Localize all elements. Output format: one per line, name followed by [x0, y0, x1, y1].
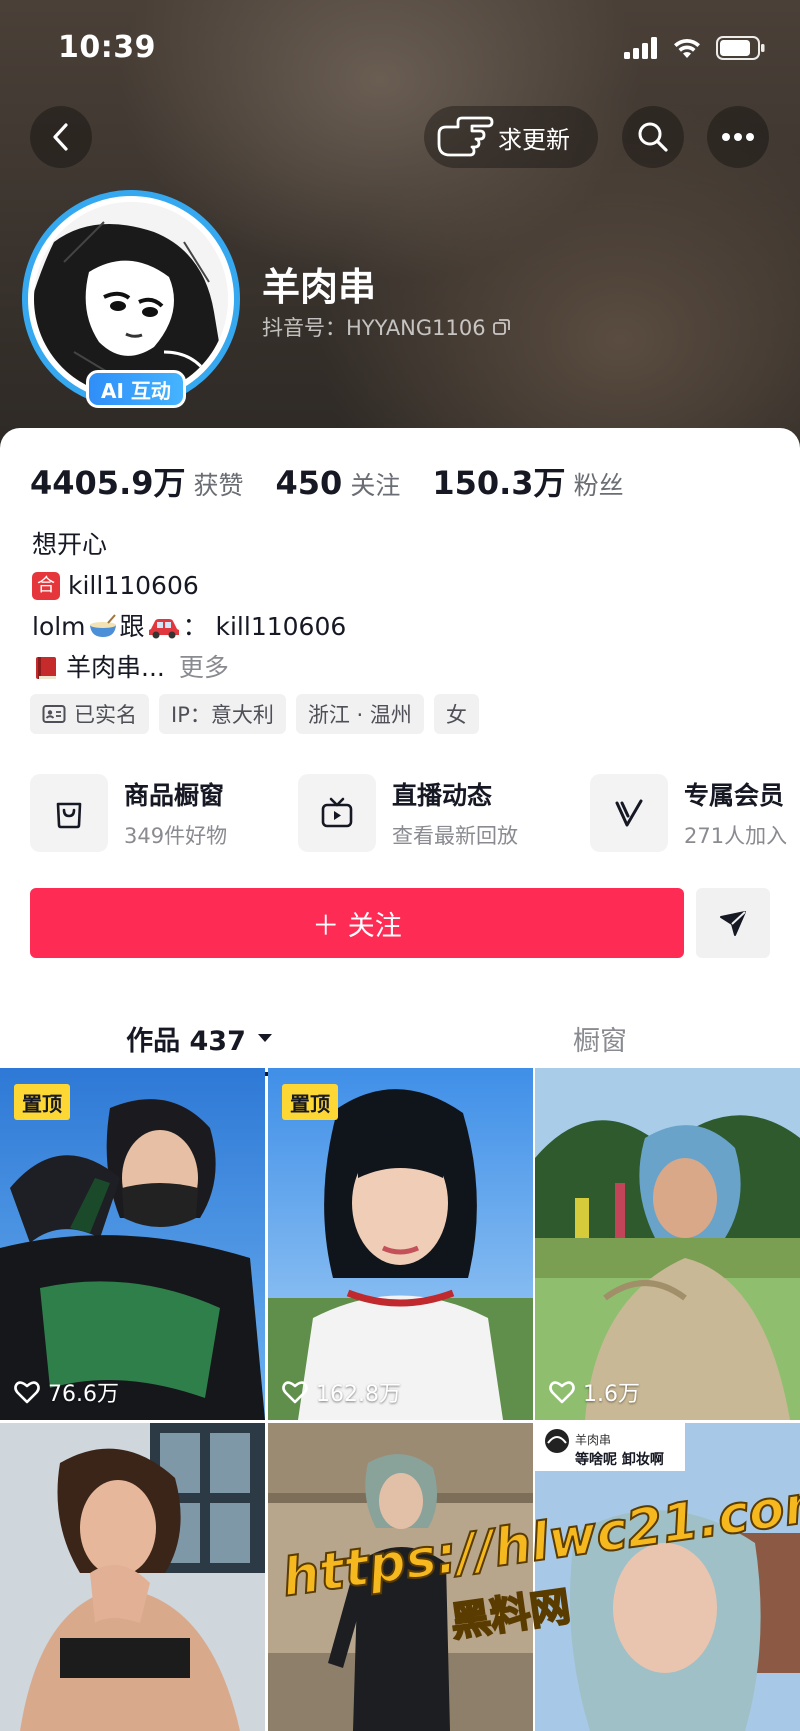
copy-icon[interactable] — [492, 317, 512, 337]
status-bar: 10:39 — [0, 0, 800, 96]
following-label: 关注 — [350, 471, 401, 500]
douyin-id-text: 抖音号：HYYANG1106 — [262, 316, 486, 340]
battery-icon — [716, 36, 765, 60]
video-thumbnail — [268, 1068, 533, 1420]
feature-shop-title: 商品橱窗 — [124, 781, 225, 810]
v-icon — [590, 774, 668, 852]
bio[interactable]: 想开心 合 kill110606 lolm 跟 ： kill110606 羊肉串… — [32, 524, 346, 688]
id-card-icon — [42, 705, 66, 723]
followers-label: 粉丝 — [573, 471, 624, 500]
profile-name: 羊肉串 — [262, 265, 377, 309]
feature-membership[interactable]: 专属会员 271人加入 — [590, 772, 787, 854]
send-message-button[interactable] — [696, 888, 770, 958]
likes-label: 获赞 — [193, 471, 244, 500]
feature-live-title: 直播动态 — [392, 781, 493, 810]
request-update-button[interactable]: 求更新 — [424, 106, 598, 168]
feature-shop-sub: 349件好物 — [124, 824, 228, 848]
bio-more-link[interactable]: 更多 — [179, 647, 229, 688]
tag-verified-label: 已实名 — [74, 703, 137, 727]
book-emoji-icon — [36, 656, 56, 679]
tv-icon — [298, 774, 376, 852]
pinned-badge: 置顶 — [14, 1084, 70, 1120]
video-likes: 76.6万 — [14, 1376, 119, 1408]
request-update-label: 求更新 — [498, 125, 570, 154]
bio-line-4-text: 羊肉串... — [66, 653, 165, 682]
wifi-icon — [674, 38, 700, 58]
tile-overlay-caption: 等啥呢 卸妆啊 — [575, 1452, 664, 1468]
likes-count[interactable]: 4405.9万 — [30, 458, 186, 504]
pinned-badge: 置顶 — [282, 1084, 338, 1120]
bio-line-3: lolm 跟 ： kill110606 — [32, 606, 346, 647]
ai-interaction-badge[interactable]: AI 互动 — [86, 370, 186, 408]
profile-tabs: 作品 437 橱窗 — [0, 998, 800, 1078]
video-likes-count: 1.6万 — [583, 1382, 640, 1407]
send-icon — [720, 911, 746, 936]
tile-overlay-user: 羊肉串 — [575, 1433, 612, 1447]
following-count[interactable]: 450 — [276, 464, 343, 502]
tab-works-label: 作品 437 — [126, 1025, 246, 1057]
back-button[interactable] — [30, 106, 92, 168]
video-thumbnail — [268, 1423, 533, 1731]
video-tile[interactable]: 置顶 162.8万 — [268, 1068, 533, 1420]
video-likes-count: 162.8万 — [316, 1382, 401, 1407]
pointing-hand-icon — [437, 116, 494, 157]
feature-membership-title: 专属会员 — [684, 781, 785, 810]
bio-line-2: 合 kill110606 — [32, 565, 346, 606]
tag-region: 浙江 · 温州 — [295, 694, 424, 734]
search-icon — [638, 122, 668, 152]
bag-icon — [30, 774, 108, 852]
signal-icon — [624, 37, 657, 59]
profile-tags: 已实名 IP：意大利 浙江 · 温州 女 — [30, 694, 479, 734]
bio-line-1: 想开心 — [32, 530, 108, 559]
video-likes-count: 76.6万 — [48, 1382, 119, 1407]
feature-live-updates[interactable]: 直播动态 查看最新回放 — [298, 772, 518, 854]
bio-line-3-prefix: lolm — [32, 612, 86, 641]
bio-line-4: 羊肉串... 更多 — [32, 647, 346, 688]
video-tile[interactable]: 置顶 76.6万 — [0, 1068, 265, 1420]
video-thumbnail — [0, 1423, 265, 1731]
search-button[interactable] — [622, 106, 684, 168]
heart-icon — [549, 1381, 575, 1404]
video-thumbnail — [535, 1068, 800, 1420]
more-options-button[interactable] — [707, 106, 769, 168]
squared-he-emoji-icon: 合 — [32, 571, 60, 600]
douyin-id[interactable]: 抖音号：HYYANG1106 — [262, 312, 512, 342]
feature-entries: 商品橱窗 349件好物 直播动态 查看最新回放 专属会员 271人加入 — [30, 772, 800, 854]
caret-down-icon[interactable] — [256, 1032, 274, 1044]
chevron-left-icon — [53, 123, 68, 151]
more-icon — [722, 133, 754, 141]
bio-line-3-suffix: ： kill110606 — [182, 612, 347, 641]
video-tile[interactable] — [268, 1423, 533, 1731]
bowl-emoji-icon — [89, 613, 116, 637]
followers-count[interactable]: 150.3万 — [432, 458, 565, 504]
video-likes: 162.8万 — [282, 1376, 401, 1408]
bio-line-3-mid: 跟 — [119, 612, 145, 641]
heart-icon — [14, 1381, 40, 1404]
status-icons — [624, 36, 766, 60]
tab-works[interactable]: 作品 437 — [0, 998, 400, 1078]
video-thumbnail — [0, 1068, 265, 1420]
feature-live-sub: 查看最新回放 — [392, 824, 518, 848]
car-emoji-icon — [148, 618, 179, 638]
video-tile[interactable] — [0, 1423, 265, 1731]
avatar[interactable]: AI 互动 — [22, 190, 240, 408]
tab-showcase[interactable]: 橱窗 — [400, 998, 800, 1078]
feature-membership-sub: 271人加入 — [684, 824, 788, 848]
heart-icon — [282, 1381, 308, 1404]
status-time: 10:39 — [58, 30, 156, 65]
video-tile[interactable]: 羊肉串 等啥呢 卸妆啊 — [535, 1423, 800, 1731]
video-grid: 置顶 76.6万 置顶 162.8万 1.6万 羊肉串 等啥呢 卸妆啊 — [0, 1068, 800, 1731]
tag-gender: 女 — [433, 694, 479, 734]
feature-shop-window[interactable]: 商品橱窗 349件好物 — [30, 772, 227, 854]
avatar-image — [34, 202, 228, 396]
tag-ip-location: IP：意大利 — [159, 694, 286, 734]
bio-line-2-text: kill110606 — [68, 571, 199, 600]
video-tile[interactable]: 1.6万 — [535, 1068, 800, 1420]
video-thumbnail — [535, 1423, 800, 1731]
follow-button[interactable]: ＋ 关注 — [30, 888, 684, 958]
tag-verified: 已实名 — [30, 694, 149, 734]
profile-stats: 4405.9万 获赞 450 关注 150.3万 粉丝 — [30, 458, 656, 504]
video-likes: 1.6万 — [549, 1376, 640, 1408]
